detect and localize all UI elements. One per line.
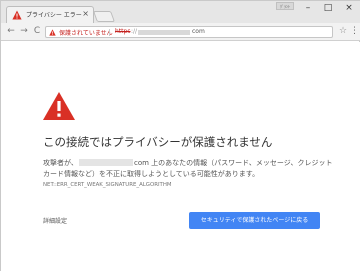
bookmark-star-icon[interactable]: ☆	[338, 26, 348, 36]
back-to-safety-button[interactable]: セキュリティで保護されたページに戻る	[189, 212, 320, 229]
new-tab-button[interactable]	[92, 11, 116, 22]
description-line1: com 上のあなたの情報（パスワード、メッセージ、クレジット	[134, 158, 333, 168]
title-bar: プライバシー エラー × ｸﾞﾗﾝﾄ – □ ×	[1, 1, 360, 23]
tab-title: プライバシー エラー	[26, 12, 82, 19]
page-title: この接続ではプライバシーが保護されません	[43, 135, 273, 149]
advanced-button[interactable]: 詳細設定	[43, 216, 67, 225]
description-line2: カード情報など）を不正に取得しようとしている可能性があります。	[43, 170, 260, 178]
error-code: NET::ERR_CERT_WEAK_SIGNATURE_ALGORITHM	[43, 182, 172, 188]
warning-triangle-icon[interactable]	[49, 29, 56, 36]
security-status-label[interactable]: 保護されていません	[59, 28, 113, 37]
interstitial-page: この接続ではプライバシーが保護されません 攻撃者が、 com 上のあなたの情報（…	[1, 42, 360, 271]
close-window-button[interactable]: ×	[341, 2, 357, 14]
redacted-domain	[79, 159, 133, 166]
browser-window: プライバシー エラー × ｸﾞﾗﾝﾄ – □ × ← → C 保護されていません…	[0, 0, 360, 271]
tab-close-icon[interactable]: ×	[82, 9, 89, 19]
menu-icon[interactable]: ⋮	[350, 26, 359, 37]
omnibox-divider	[109, 29, 110, 36]
address-bar[interactable]: 保護されていません https :// com	[45, 26, 333, 38]
forward-arrow-icon[interactable]: →	[18, 25, 30, 37]
redacted-domain	[138, 30, 190, 35]
description-suffix: 上のあなたの情報（パスワード、メッセージ、クレジット	[148, 159, 333, 167]
description-prefix: 攻撃者が、	[43, 159, 78, 167]
profile-button[interactable]: ｸﾞﾗﾝﾄ	[276, 2, 294, 10]
minimize-button[interactable]: –	[300, 2, 316, 14]
tab-privacy-error[interactable]: プライバシー エラー ×	[6, 6, 94, 23]
url-tld: com	[192, 28, 205, 35]
warning-triangle-icon	[12, 10, 22, 20]
back-arrow-icon[interactable]: ←	[5, 25, 17, 37]
maximize-button[interactable]: □	[320, 2, 336, 14]
url-scheme: https	[115, 28, 131, 35]
toolbar: ← → C 保護されていません https :// com ☆ ⋮	[1, 23, 360, 41]
warning-triangle-icon	[43, 92, 75, 120]
description-domain-tld: com	[134, 159, 149, 167]
url-slashes: ://	[131, 28, 138, 35]
reload-icon[interactable]: C	[31, 25, 43, 37]
